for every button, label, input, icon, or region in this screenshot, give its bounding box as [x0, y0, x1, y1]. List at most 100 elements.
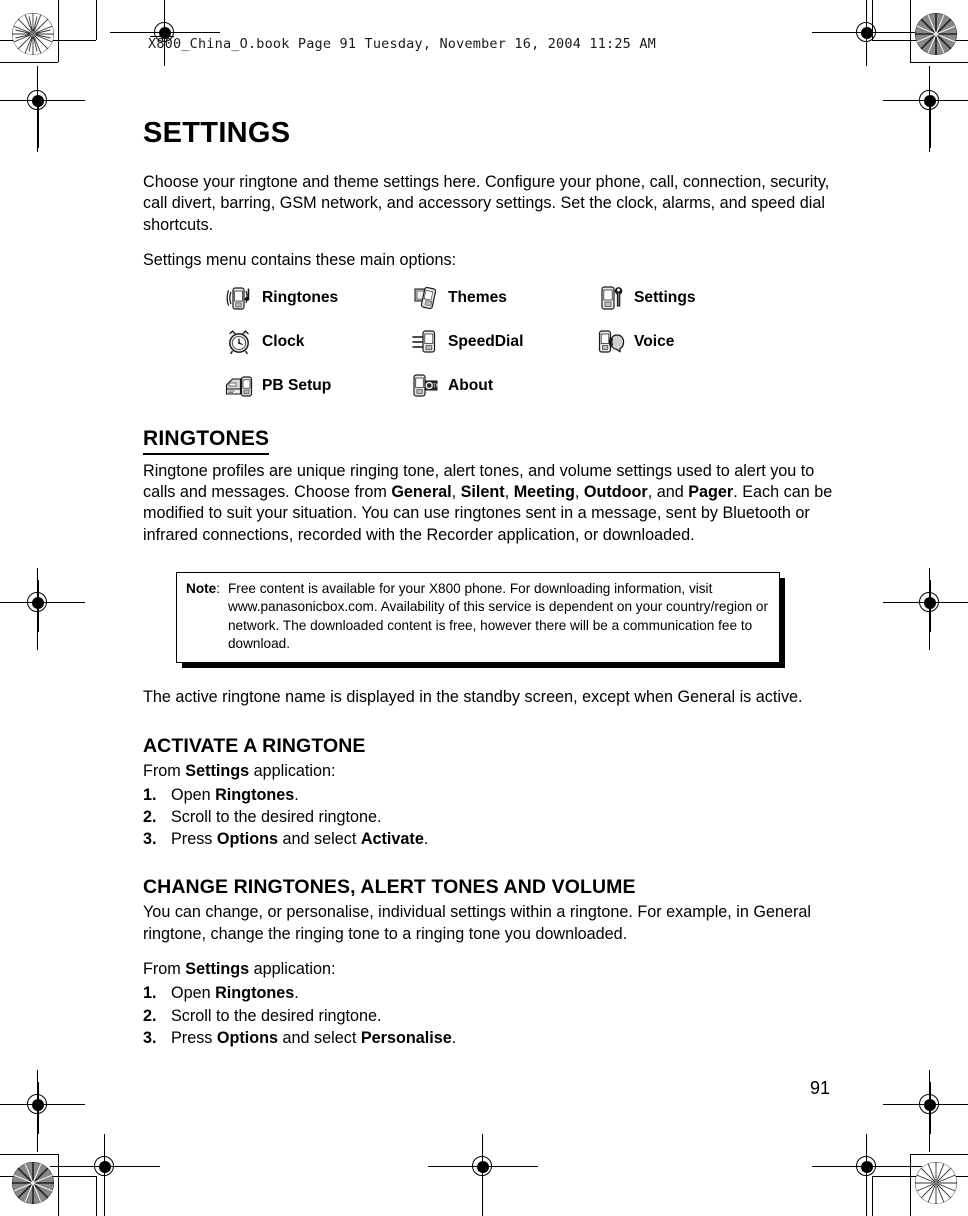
step-number: 3. — [143, 1028, 157, 1047]
list-item: 1. Open Ringtones. — [143, 785, 843, 806]
profile-outdoor: Outdoor — [583, 482, 648, 501]
menu-option-label: Voice — [634, 333, 675, 351]
change-from-line: From Settings application: — [143, 959, 843, 980]
menu-option-ringtones[interactable]: Ringtones — [225, 283, 411, 313]
activate-from-line: From Settings application: — [143, 761, 843, 782]
menu-option-speeddial[interactable]: SpeedDial — [411, 327, 597, 357]
activate-ringtone-steps: 1. Open Ringtones. 2. Scroll to the desi… — [143, 785, 843, 850]
phone-about-icon: TM — [411, 372, 439, 400]
registration-target-right-middle — [883, 568, 968, 650]
page-edge-rule — [930, 96, 931, 148]
note-body-text: Free content is available for your X800 … — [228, 581, 769, 652]
phone-speeddial-icon — [411, 328, 439, 356]
starburst-density-patch-top-right — [915, 13, 957, 55]
list-item: 2. Scroll to the desired ringtone. — [143, 807, 843, 828]
step-bold-2: Activate — [360, 830, 424, 849]
step-bold: Ringtones — [215, 786, 295, 805]
ringtones-heading: RINGTONES — [143, 427, 270, 455]
list-item: 3. Press Options and select Personalise. — [143, 1028, 843, 1049]
crop-rule — [96, 0, 97, 40]
registration-target-top-right — [812, 0, 922, 66]
alarm-clock-icon — [225, 328, 253, 356]
profile-general: General — [391, 482, 452, 501]
menu-option-label: SpeedDial — [448, 333, 524, 351]
step-text: Open Ringtones. — [171, 983, 299, 1004]
note-label-colon: : — [216, 581, 220, 597]
crop-rule — [58, 1154, 59, 1216]
change-ringtones-heading: CHANGE RINGTONES, ALERT TONES AND VOLUME — [143, 876, 636, 899]
page-number: 91 — [810, 1078, 831, 1098]
page-edge-rule — [38, 96, 39, 148]
starburst-density-patch-bottom-right — [915, 1162, 957, 1204]
step-number: 3. — [143, 830, 157, 849]
crop-rule — [910, 1154, 911, 1216]
phone-settings-icon — [597, 284, 625, 312]
ringtones-intro-paragraph: Ringtone profiles are unique ringing ton… — [143, 461, 843, 547]
intro-paragraph-2: Settings menu contains these main option… — [143, 251, 457, 270]
step-mid: and select — [278, 830, 361, 849]
note-label: Note: — [186, 580, 220, 598]
list-item: 2. Scroll to the desired ringtone. — [143, 1006, 843, 1027]
phone-voice-icon — [597, 328, 625, 356]
print-job-header: X800_China_O.book Page 91 Tuesday, Novem… — [148, 36, 656, 52]
registration-target-right-upper — [883, 66, 968, 152]
step-text: Press Options and select Activate. — [171, 829, 428, 850]
registration-target-left-middle — [0, 568, 85, 650]
settings-menu-options-grid: Ringtones Themes Settings Clock SpeedDia… — [225, 283, 843, 401]
from-app-name: Settings — [185, 960, 250, 979]
from-app-name: Settings — [185, 761, 250, 780]
step-text: Scroll to the desired ringtone. — [171, 807, 382, 828]
step-bold-2: Personalise — [360, 1028, 452, 1047]
step-post-2: . — [451, 1028, 457, 1047]
page-content: SETTINGS Choose your ringtone and theme … — [143, 117, 843, 1050]
menu-option-pb-setup[interactable]: PB Setup — [225, 371, 411, 401]
phone-themes-icon — [411, 284, 439, 312]
menu-option-label: Clock — [262, 333, 305, 351]
from-suffix: application: — [249, 960, 336, 979]
step-number: 1. — [143, 786, 157, 805]
registration-target-bottom-left — [50, 1134, 160, 1216]
page-edge-rule — [930, 580, 931, 632]
step-pre: Press — [171, 830, 217, 849]
step-text: Scroll to the desired ringtone. — [171, 1006, 382, 1027]
page-title: SETTINGS — [143, 117, 291, 149]
menu-option-settings[interactable]: Settings — [597, 283, 783, 313]
crop-rule — [910, 0, 911, 62]
step-bold: Options — [216, 1028, 279, 1047]
from-prefix: From — [143, 960, 186, 979]
from-prefix: From — [143, 761, 186, 780]
crop-rule — [0, 1176, 96, 1177]
step-number: 2. — [143, 808, 157, 827]
menu-option-clock[interactable]: Clock — [225, 327, 411, 357]
step-number: 2. — [143, 1006, 157, 1025]
profile-silent: Silent — [460, 482, 505, 501]
sep: , — [574, 482, 584, 501]
activate-ringtone-heading: ACTIVATE A RINGTONE — [143, 734, 366, 757]
sep: , — [504, 482, 514, 501]
step-post: . — [294, 786, 299, 805]
sep: , — [451, 482, 461, 501]
menu-option-themes[interactable]: Themes — [411, 283, 597, 313]
menu-option-about[interactable]: TM About — [411, 371, 597, 401]
menu-option-voice[interactable]: Voice — [597, 327, 783, 357]
phonebook-setup-icon — [225, 372, 253, 400]
crop-rule — [872, 0, 873, 40]
registration-target-left-upper — [0, 66, 85, 152]
step-pre: Scroll to the desired ringtone. — [171, 1006, 382, 1025]
change-ringtones-body: You can change, or personalise, individu… — [143, 903, 811, 943]
step-bold: Options — [216, 830, 279, 849]
page-edge-rule — [930, 1082, 931, 1134]
note-callout-box: Note: Free content is available for your… — [176, 572, 785, 669]
step-pre: Open — [171, 984, 216, 1003]
page-edge-rule — [38, 1082, 39, 1134]
step-text: Press Options and select Personalise. — [171, 1028, 456, 1049]
crop-rule — [872, 1176, 873, 1216]
phone-ringtone-icon — [225, 284, 253, 312]
list-item: 3. Press Options and select Activate. — [143, 829, 843, 850]
from-suffix: application: — [249, 761, 336, 780]
crop-rule — [872, 40, 968, 41]
starburst-density-patch-top-left — [12, 13, 54, 55]
crop-rule — [96, 1176, 97, 1216]
menu-option-label: Themes — [448, 289, 507, 307]
step-mid: and select — [278, 1028, 361, 1047]
